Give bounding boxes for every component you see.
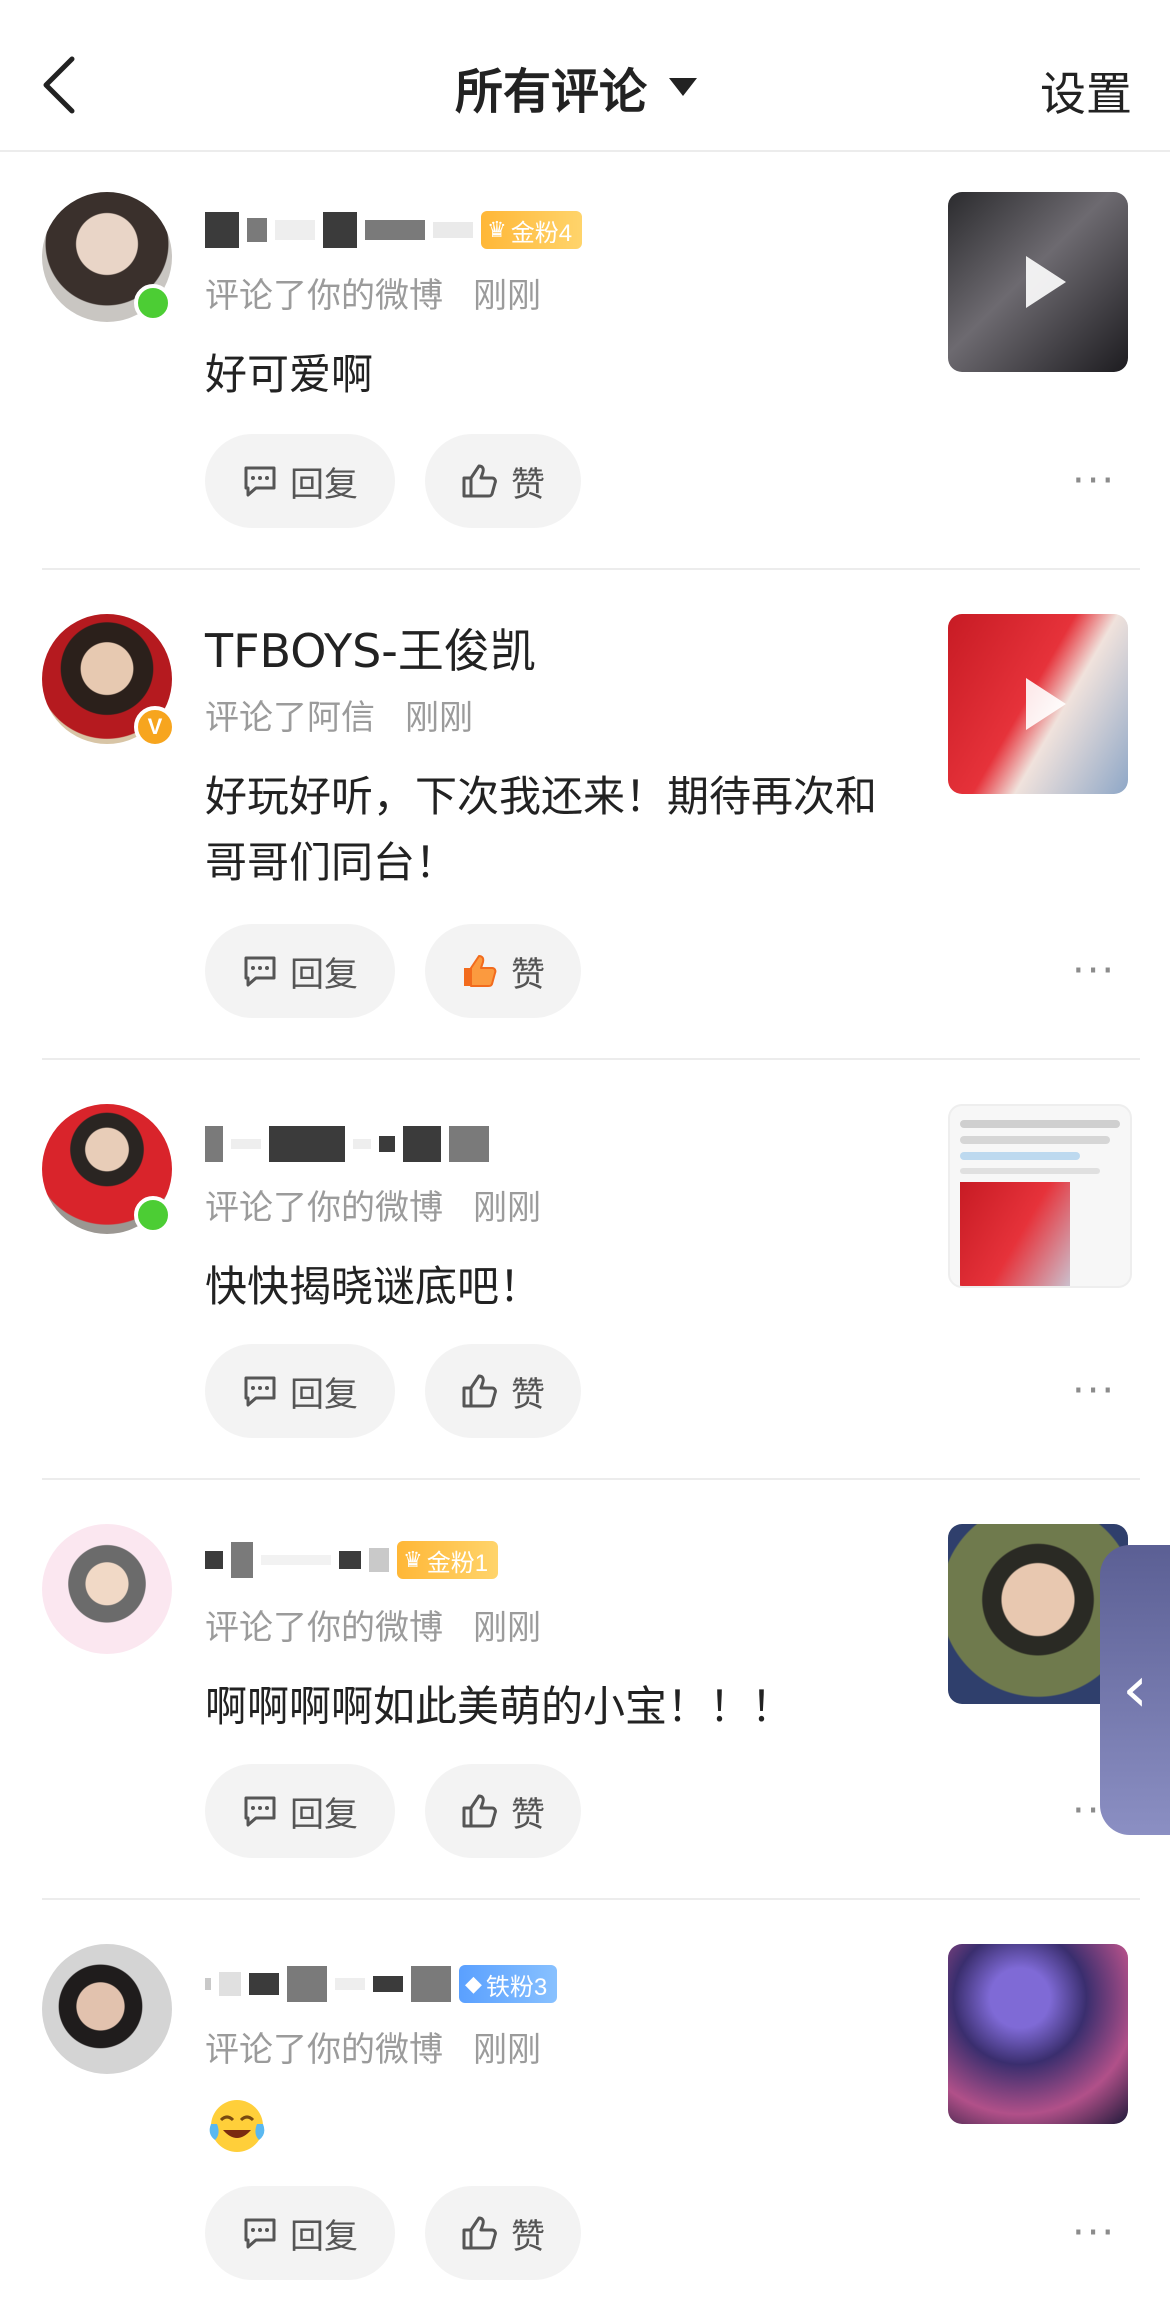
comment-icon (244, 1376, 276, 1407)
comment-icon (244, 2218, 276, 2249)
comment-icon (244, 956, 276, 987)
reply-button[interactable]: 回复 (205, 924, 395, 1018)
thumbs-up-icon-liked (464, 955, 497, 987)
username[interactable]: ♛ 金粉4 (205, 206, 583, 254)
avatar[interactable] (42, 1524, 172, 1654)
avatar[interactable]: V (42, 614, 176, 748)
blurred-name (205, 1126, 223, 1162)
crying-laughing-emoji (205, 2094, 269, 2158)
reply-button[interactable]: 回复 (205, 2186, 395, 2280)
comment-text: 好可爱啊 (205, 350, 374, 399)
fan-badge: ◆ 铁粉3 (459, 1965, 558, 2003)
verified-badge-icon: V (134, 706, 176, 748)
chevron-left-icon (43, 56, 75, 114)
like-button[interactable]: 赞 (425, 2186, 581, 2280)
comment-text: 啊啊啊啊如此美萌的小宝！！！ (205, 1682, 794, 1731)
page-title: 所有评论 (455, 64, 648, 120)
comment-time: 刚刚 (473, 1188, 541, 1228)
avatar[interactable] (42, 1104, 172, 1234)
comment-time: 刚刚 (473, 1608, 541, 1648)
comment-text: 快快揭晓谜底吧！ (205, 1262, 542, 1311)
username[interactable]: TFBOYS-王俊凯 (205, 624, 536, 678)
video-thumbnail[interactable] (948, 192, 1128, 372)
more-options-button[interactable]: ··· (1072, 458, 1116, 504)
filter-dropdown[interactable]: 所有评论 (455, 52, 698, 122)
reply-button[interactable]: 回复 (205, 434, 395, 528)
divider (42, 1898, 1140, 1900)
crown-icon: ♛ (403, 1547, 423, 1572)
divider (42, 1478, 1140, 1480)
like-button[interactable]: 赞 (425, 1764, 581, 1858)
thumbs-up-icon (462, 1794, 497, 1828)
crown-icon: ♛ (487, 217, 507, 242)
comment-action: 评论了你的微博 (205, 2030, 443, 2070)
back-button[interactable] (30, 50, 90, 120)
chevron-left-icon: ‹ (1122, 1653, 1148, 1727)
comment-action: 评论了你的微博 (205, 1188, 443, 1228)
diamond-icon: ◆ (465, 1971, 482, 1996)
online-status-dot (134, 1196, 172, 1234)
more-options-button[interactable]: ··· (1072, 2210, 1116, 2256)
post-thumbnail[interactable] (948, 1104, 1132, 1288)
blurred-name (205, 1551, 223, 1569)
settings-button[interactable]: 设置 (1040, 58, 1132, 124)
comment-icon (244, 1796, 276, 1827)
reply-button[interactable]: 回复 (205, 1344, 395, 1438)
comment-icon (244, 466, 276, 497)
blurred-name (205, 212, 239, 248)
thumbs-up-icon (462, 2216, 497, 2250)
video-thumbnail[interactable] (948, 614, 1128, 794)
like-button[interactable]: 赞 (425, 1344, 581, 1438)
fan-badge: ♛ 金粉4 (481, 211, 583, 249)
divider (42, 1058, 1140, 1060)
avatar[interactable] (42, 1944, 172, 2074)
reply-button[interactable]: 回复 (205, 1764, 395, 1858)
like-button[interactable]: 赞 (425, 434, 581, 528)
comment-time: 刚刚 (473, 276, 541, 316)
comment-time: 刚刚 (473, 2030, 541, 2070)
post-image (960, 1182, 1070, 1286)
caret-down-icon (669, 78, 698, 96)
comment-action: 评论了你的微博 (205, 276, 443, 316)
comment-time: 刚刚 (405, 698, 473, 738)
floating-side-tab[interactable]: ‹ (1100, 1545, 1170, 1835)
divider (42, 568, 1140, 570)
username[interactable]: ♛ 金粉1 (205, 1536, 499, 1584)
thumbs-up-icon (462, 1374, 497, 1408)
username[interactable] (205, 1120, 489, 1168)
fan-badge: ♛ 金粉1 (397, 1541, 499, 1579)
like-button[interactable]: 赞 (425, 924, 581, 1018)
blurred-name (205, 1978, 211, 1990)
more-options-button[interactable]: ··· (1072, 1368, 1116, 1414)
comment-text: 好玩好听，下次我还来！期待再次和哥哥们同台！ (205, 772, 878, 887)
top-bar: 所有评论 设置 (0, 0, 1170, 152)
play-icon (1026, 256, 1066, 308)
comment-action: 评论了阿信 (205, 698, 375, 738)
online-status-dot (134, 284, 172, 322)
play-icon (1026, 678, 1066, 730)
comment-action: 评论了你的微博 (205, 1608, 443, 1648)
image-thumbnail[interactable] (948, 1944, 1128, 2124)
avatar[interactable] (42, 192, 172, 322)
username[interactable]: ◆ 铁粉3 (205, 1960, 558, 2008)
more-options-button[interactable]: ··· (1072, 948, 1116, 994)
thumbs-up-icon (462, 464, 497, 498)
